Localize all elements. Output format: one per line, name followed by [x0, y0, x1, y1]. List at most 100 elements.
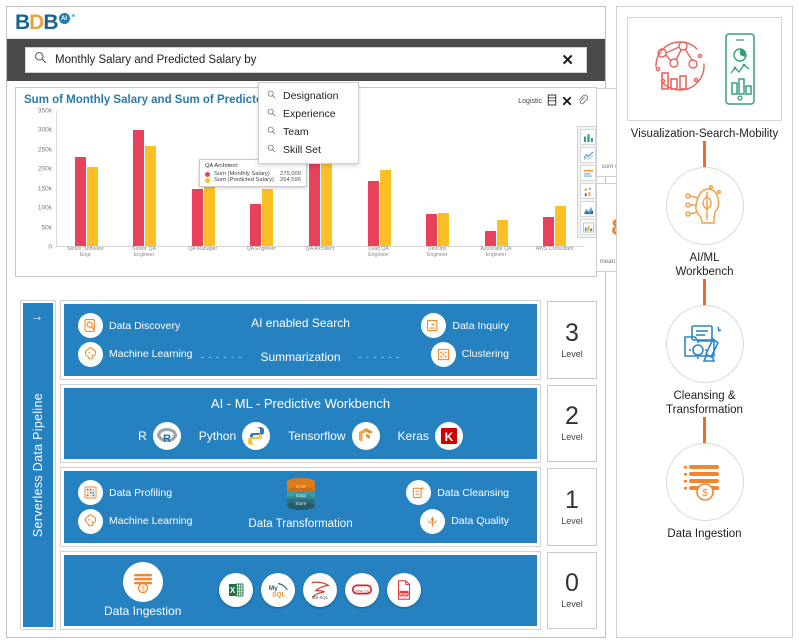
dash-right: - - - - - -	[358, 351, 401, 362]
bar-predicted[interactable]	[262, 188, 274, 246]
stage-visualization[interactable]: Visualization-Search-Mobility	[627, 17, 782, 141]
level3-item-machine-learning[interactable]: Machine Learning	[78, 341, 192, 367]
tool-python[interactable]: Python	[199, 422, 271, 450]
bar-group[interactable]	[133, 111, 157, 246]
tool-keras[interactable]: Keras K	[398, 422, 463, 450]
search-suggestions-dropdown[interactable]: Designation Experience Team Skill Set	[258, 82, 359, 164]
database-icon[interactable]	[547, 94, 557, 109]
svg-text:ORACLE: ORACLE	[355, 590, 370, 594]
level1-item-data-quality[interactable]: Data Quality	[420, 508, 509, 534]
svg-text:Data: Data	[296, 493, 306, 498]
item-label: Data Inquiry	[452, 319, 509, 332]
bar-group[interactable]	[367, 111, 391, 246]
x-tick-label: Senior Software Engr	[66, 246, 104, 258]
python-logo-icon	[242, 422, 271, 450]
pipeline-label-text: Serverless Data Pipeline	[31, 392, 45, 538]
scatter-chart-icon[interactable]	[580, 183, 596, 199]
architecture-side-panel: Visualization-Search-Mobility AI/ML Work…	[616, 6, 793, 638]
pipeline-row-level-0: $ Data Ingestion X My SQL MS-SQL ORACLE …	[60, 550, 597, 630]
logo-letter-2: D	[29, 11, 44, 34]
tool-tensorflow[interactable]: Tensorflow	[288, 422, 380, 450]
suggestion-item-designation[interactable]: Designation	[259, 87, 358, 105]
item-label: Data Quality	[451, 515, 509, 527]
bar-predicted[interactable]	[379, 170, 391, 246]
bar-monthly[interactable]	[543, 217, 555, 246]
level1-center-caption: Data Transformation	[248, 518, 353, 530]
bar-monthly[interactable]	[367, 181, 379, 246]
level3-title: AI enabled Search	[251, 316, 350, 330]
search-input[interactable]: Monthly Salary and Predicted Salary by ✕	[25, 47, 587, 73]
bar-monthly[interactable]	[484, 230, 496, 246]
bar-group[interactable]	[484, 111, 508, 246]
pdf-icon[interactable]: PDF	[387, 573, 421, 608]
level-word: Level	[561, 515, 583, 526]
level-number: 0	[565, 569, 579, 598]
level-box-3: 3 Level	[547, 301, 597, 379]
y-tick-label: 0	[48, 243, 52, 251]
bar-monthly[interactable]	[250, 203, 262, 246]
cleansing-icon	[665, 305, 744, 384]
chart-type-rail[interactable]	[577, 126, 597, 238]
bar-monthly[interactable]	[426, 214, 438, 246]
bar-predicted[interactable]	[438, 212, 450, 246]
level1-item-machine-learning[interactable]: Machine Learning	[78, 508, 192, 534]
stage-ai-ml-workbench[interactable]: AI/ML Workbench	[665, 167, 744, 279]
bar-monthly[interactable]	[191, 188, 203, 246]
level-word: Level	[561, 348, 583, 359]
x-tick-label: QA Manager	[188, 246, 218, 252]
bar-predicted[interactable]	[496, 219, 508, 246]
table-chart-icon[interactable]	[580, 165, 596, 181]
bar-predicted[interactable]	[86, 166, 98, 246]
tool-r[interactable]: R R	[138, 422, 181, 450]
data-profiling-icon	[78, 480, 103, 505]
search-icon	[267, 144, 276, 156]
paperclip-icon[interactable]	[577, 94, 589, 109]
title-bar: B D B AI	[7, 7, 605, 39]
bar-group[interactable]	[543, 111, 567, 246]
area-chart-icon[interactable]	[580, 201, 596, 217]
line-chart-icon[interactable]	[580, 147, 596, 163]
bar-predicted[interactable]	[203, 180, 215, 246]
bar-predicted[interactable]	[145, 146, 157, 246]
bdb-logo[interactable]: B D B AI	[15, 12, 75, 33]
bar-monthly[interactable]	[74, 156, 86, 246]
stage-label-line1: AI/ML	[689, 252, 720, 265]
svg-text:Store: Store	[295, 501, 306, 506]
stage-cleansing-transformation[interactable]: Cleansing & Transformation	[665, 305, 744, 417]
x-tick-label: QA Architect	[305, 246, 335, 252]
x-tick-label: Associate QA Engineer	[480, 246, 512, 258]
level0-data-ingestion[interactable]: $ Data Ingestion	[104, 562, 181, 618]
suggestion-item-experience[interactable]: Experience	[259, 105, 358, 123]
level1-item-data-cleansing[interactable]: Data Cleansing	[406, 480, 509, 505]
level3-item-clustering[interactable]: Clustering	[430, 341, 509, 367]
suggestion-item-team[interactable]: Team	[259, 123, 358, 141]
suggestion-label: Experience	[283, 108, 336, 120]
svg-text:MS-SQL: MS-SQL	[312, 595, 329, 600]
clear-search-button[interactable]: ✕	[557, 53, 578, 68]
excel-icon[interactable]: X	[219, 573, 253, 608]
mssql-icon[interactable]: MS-SQL	[303, 573, 337, 608]
oracle-icon[interactable]: ORACLE	[345, 573, 379, 608]
bar-predicted[interactable]	[555, 205, 567, 246]
suggestion-item-skill-set[interactable]: Skill Set	[259, 141, 358, 159]
level3-item-data-inquiry[interactable]: Data Inquiry	[421, 313, 509, 338]
level3-item-data-discovery[interactable]: Data Discovery	[78, 313, 180, 338]
tool-label: R	[138, 429, 147, 443]
level1-item-data-profiling[interactable]: Data Profiling	[78, 480, 172, 505]
stage-data-ingestion[interactable]: $ Data Ingestion	[665, 443, 744, 541]
level-3-band: Data Discovery Machine Learning Data Inq…	[60, 300, 541, 380]
stage-label-line2: Transformation	[666, 404, 743, 417]
close-icon[interactable]	[562, 95, 572, 109]
bar-group[interactable]	[74, 111, 98, 246]
level-0-band: $ Data Ingestion X My SQL MS-SQL ORACLE …	[60, 550, 541, 630]
svg-text:$: $	[141, 587, 145, 593]
y-tick-label: 100k	[37, 204, 52, 212]
y-tick-label: 50k	[41, 224, 52, 232]
bar-monthly[interactable]	[133, 129, 145, 246]
combo-chart-icon[interactable]	[580, 219, 596, 235]
connector-line	[703, 279, 706, 306]
bar-chart-icon[interactable]	[580, 129, 596, 145]
data-ingestion-icon: $	[122, 562, 163, 603]
bar-group[interactable]	[426, 111, 450, 246]
mysql-icon[interactable]: My SQL	[261, 573, 295, 608]
